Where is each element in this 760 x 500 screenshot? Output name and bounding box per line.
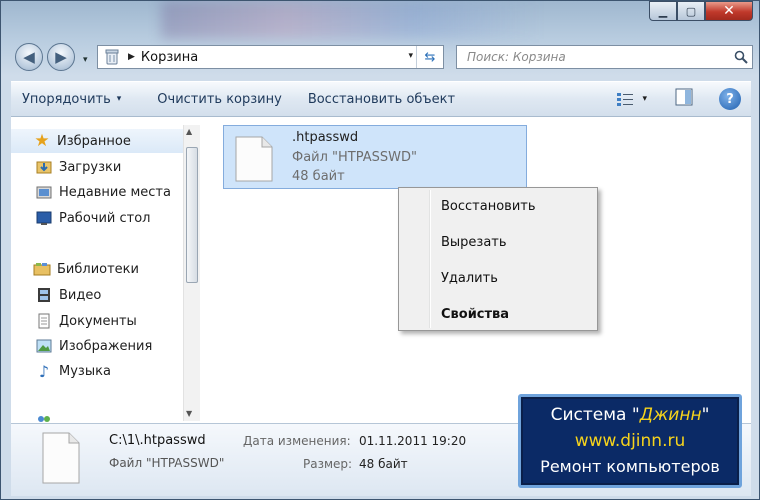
scrollbar-thumb[interactable] — [186, 147, 198, 283]
sidebar-item-video[interactable]: Видео — [11, 283, 183, 307]
preview-pane-icon — [675, 88, 693, 106]
sidebar-item-homegroup[interactable] — [11, 407, 183, 423]
documents-icon — [35, 312, 53, 330]
watermark-line-1: Система "Джинн" — [521, 405, 739, 425]
sidebar-item-label: Изображения — [59, 338, 153, 354]
content-area: ★ Избранное Загрузки Недавние места Рабо… — [11, 117, 751, 423]
sidebar-item-label: Музыка — [59, 363, 111, 379]
view-options-dropdown-icon: ▾ — [642, 94, 647, 104]
watermark-brand: Джинн — [639, 405, 702, 425]
sidebar-item-label: Загрузки — [59, 159, 122, 175]
details-file-type: Файл "HTPASSWD" — [109, 456, 225, 470]
recent-places-icon — [35, 183, 53, 201]
restore-item-button[interactable]: Восстановить объект — [297, 85, 466, 113]
file-item-htpasswd[interactable]: .htpasswd Файл "HTPASSWD" 48 байт — [223, 125, 527, 189]
sidebar-item-desktop[interactable]: Рабочий стол — [11, 206, 183, 230]
empty-recycle-bin-button[interactable]: Очистить корзину — [146, 85, 293, 113]
sidebar-item-favorites[interactable]: ★ Избранное — [11, 129, 183, 153]
sidebar-item-label: Недавние места — [59, 184, 171, 200]
sidebar-item-recent-places[interactable]: Недавние места — [11, 180, 183, 204]
search-icon[interactable] — [730, 50, 752, 64]
view-list-icon — [617, 93, 634, 106]
help-button[interactable]: ? — [719, 88, 741, 110]
details-size-label: Размер: — [303, 457, 353, 471]
close-button[interactable]: ✕ — [705, 1, 753, 21]
sidebar-item-label: Избранное — [57, 133, 131, 149]
watermark-prefix: Система " — [550, 405, 640, 425]
navigation-bar: ◀ ▶ ▾ ▶ Корзина ▾ ⇆ Поиск: Корзина — [1, 41, 759, 73]
back-arrow-icon: ◀ — [23, 48, 35, 66]
explorer-window: ▁ ▢ ✕ ◀ ▶ ▾ ▶ Корзина ▾ ⇆ Поиск: Корзина… — [0, 0, 760, 500]
details-modified-value: 01.11.2011 19:20 — [359, 434, 467, 448]
details-size-value: 48 байт — [359, 457, 408, 471]
context-menu-restore[interactable]: Восстановить — [401, 190, 595, 222]
chevron-down-icon: ▾ — [116, 94, 122, 104]
context-menu: Восстановить Вырезать Удалить Свойства — [398, 187, 598, 331]
sidebar-item-music[interactable]: ♪ Музыка — [11, 359, 183, 383]
breadcrumb-separator-icon[interactable]: ▶ — [128, 52, 135, 62]
search-box[interactable]: Поиск: Корзина — [456, 45, 753, 69]
file-icon — [234, 136, 274, 186]
title-bar-background — [161, 1, 541, 39]
sidebar-item-label: Рабочий стол — [59, 210, 151, 226]
command-bar: Упорядочить ▾ Очистить корзину Восстанов… — [11, 81, 751, 117]
search-input[interactable]: Поиск: Корзина — [457, 50, 730, 64]
context-menu-label: Удалить — [441, 270, 498, 286]
sidebar-item-libraries[interactable]: Библиотеки — [11, 257, 183, 281]
minimize-button[interactable]: ▁ — [649, 1, 677, 21]
sidebar-item-label: Библиотеки — [57, 261, 139, 277]
context-menu-cut[interactable]: Вырезать — [401, 226, 595, 258]
watermark-badge: Система "Джинн" www.djinn.ru Ремонт комп… — [518, 394, 742, 488]
help-icon: ? — [726, 91, 734, 107]
maximize-button[interactable]: ▢ — [677, 1, 705, 21]
file-type: Файл "HTPASSWD" — [292, 150, 417, 165]
scroll-up-icon[interactable]: ▲ — [186, 127, 192, 136]
context-menu-properties[interactable]: Свойства — [401, 298, 595, 330]
watermark-url: www.djinn.ru — [574, 431, 686, 451]
details-file-path: C:\1\.htpasswd — [109, 433, 206, 448]
address-bar[interactable]: ▶ Корзина ▾ ⇆ — [97, 45, 444, 69]
star-icon: ★ — [34, 131, 50, 151]
recent-pages-dropdown[interactable]: ▾ — [83, 55, 88, 65]
navigation-pane-scrollbar[interactable]: ▲ ▼ — [183, 125, 200, 421]
music-icon: ♪ — [38, 361, 50, 381]
downloads-folder-icon — [35, 158, 53, 176]
details-modified-label: Дата изменения: — [243, 434, 351, 448]
file-icon — [41, 432, 81, 488]
watermark-tagline: Ремонт компьютеров — [540, 457, 720, 476]
file-size: 48 байт — [292, 169, 345, 184]
change-view-button[interactable]: ▾ — [616, 91, 647, 107]
back-button[interactable]: ◀ — [15, 43, 43, 71]
navigation-pane: ★ Избранное Загрузки Недавние места Рабо… — [11, 117, 183, 423]
sidebar-item-documents[interactable]: Документы — [11, 309, 183, 333]
recycle-bin-icon — [102, 47, 122, 67]
libraries-icon — [33, 260, 51, 278]
sidebar-item-label: Видео — [59, 287, 102, 303]
organize-label: Упорядочить — [22, 91, 111, 107]
breadcrumb-recycle-bin[interactable]: Корзина — [141, 50, 198, 65]
file-name: .htpasswd — [292, 130, 359, 145]
images-icon — [35, 337, 53, 355]
context-menu-label: Вырезать — [441, 234, 507, 250]
empty-recycle-bin-label: Очистить корзину — [157, 91, 282, 107]
refresh-button[interactable]: ⇆ — [416, 46, 443, 68]
context-menu-label: Восстановить — [441, 198, 536, 214]
window-controls: ▁ ▢ ✕ — [649, 1, 753, 21]
desktop-icon — [35, 209, 53, 227]
homegroup-icon — [35, 410, 53, 423]
sidebar-item-images[interactable]: Изображения — [11, 334, 183, 358]
forward-arrow-icon: ▶ — [55, 48, 67, 66]
forward-button[interactable]: ▶ — [47, 43, 75, 71]
preview-pane-button[interactable] — [675, 88, 693, 110]
sidebar-item-label: Документы — [59, 313, 137, 329]
address-history-dropdown-icon[interactable]: ▾ — [408, 51, 413, 61]
scroll-down-icon[interactable]: ▼ — [186, 409, 192, 418]
video-icon — [35, 286, 53, 304]
context-menu-label: Свойства — [441, 306, 510, 322]
restore-item-label: Восстановить объект — [307, 91, 456, 107]
watermark-suffix: " — [701, 405, 710, 425]
context-menu-delete[interactable]: Удалить — [401, 262, 595, 294]
sidebar-item-downloads[interactable]: Загрузки — [11, 155, 183, 179]
organize-button[interactable]: Упорядочить ▾ — [11, 85, 132, 113]
